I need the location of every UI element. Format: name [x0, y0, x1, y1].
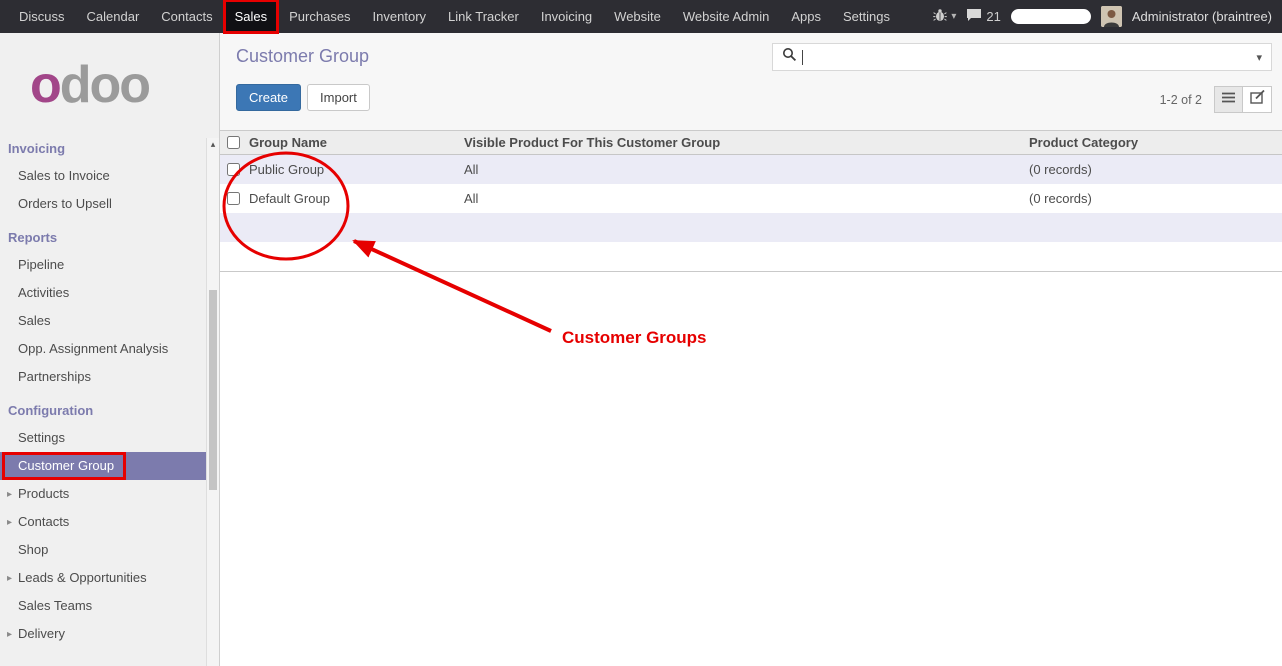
- nav-website[interactable]: Website: [603, 0, 672, 33]
- systray: ▾ 21 Administrator (braintree): [933, 0, 1282, 33]
- table-header-row: Group Name Visible Product For This Cust…: [220, 130, 1282, 155]
- select-all-checkbox[interactable]: [227, 136, 240, 149]
- user-avatar[interactable]: [1101, 6, 1122, 27]
- nav-purchases[interactable]: Purchases: [278, 0, 361, 33]
- debug-menu[interactable]: ▾: [933, 8, 956, 25]
- nav-apps[interactable]: Apps: [780, 0, 832, 33]
- col-group-name[interactable]: Group Name: [246, 135, 461, 150]
- table-bottom-border: [220, 271, 1282, 272]
- chevron-right-icon: ▸: [7, 488, 12, 502]
- sidebar-item-label: Leads & Opportunities: [18, 570, 147, 585]
- table-row[interactable]: Default Group All (0 records): [220, 184, 1282, 213]
- top-navbar: Discuss Calendar Contacts Sales Purchase…: [0, 0, 1282, 33]
- sidebar-item-products[interactable]: ▸ Products: [0, 480, 206, 508]
- nav-sales[interactable]: Sales: [224, 0, 279, 33]
- sidebar-item-shop[interactable]: Shop: [0, 536, 206, 564]
- sidebar-item-settings[interactable]: Settings: [0, 424, 206, 452]
- sidebar-item-delivery[interactable]: ▸ Delivery: [0, 620, 206, 648]
- text-cursor: [802, 50, 803, 65]
- nav-settings[interactable]: Settings: [832, 0, 901, 33]
- cell-group-name: Public Group: [246, 162, 461, 177]
- search-dropdown-caret-icon[interactable]: ▾: [1256, 51, 1262, 64]
- row-checkbox[interactable]: [227, 192, 240, 205]
- sidebar-item-sales-teams[interactable]: Sales Teams: [0, 592, 206, 620]
- sidebar-item-sales[interactable]: Sales: [0, 307, 206, 335]
- sidebar-item-label: Customer Group: [18, 458, 114, 473]
- sidebar: odoo Invoicing Sales to Invoice Orders t…: [0, 33, 220, 666]
- sidebar-menu: Invoicing Sales to Invoice Orders to Ups…: [0, 129, 206, 648]
- sidebar-item-pipeline[interactable]: Pipeline: [0, 251, 206, 279]
- chevron-right-icon: ▸: [7, 628, 12, 642]
- cell-visible-product: All: [461, 162, 1026, 177]
- page-title: Customer Group: [236, 46, 369, 67]
- bug-icon: [933, 8, 947, 25]
- col-product-category[interactable]: Product Category: [1026, 135, 1282, 150]
- logo-letter: o: [30, 56, 60, 114]
- sidebar-item-sales-to-invoice[interactable]: Sales to Invoice: [0, 162, 206, 190]
- cell-product-category: (0 records): [1026, 162, 1282, 177]
- sidebar-item-activities[interactable]: Activities: [0, 279, 206, 307]
- scroll-up-arrow-icon[interactable]: ▴: [207, 138, 219, 150]
- chat-bubble-icon: [966, 8, 982, 25]
- scrollbar-thumb[interactable]: [209, 290, 217, 490]
- search-bar[interactable]: ▾: [772, 43, 1272, 71]
- row-checkbox[interactable]: [227, 163, 240, 176]
- nav-discuss[interactable]: Discuss: [8, 0, 76, 33]
- chevron-right-icon: ▸: [7, 516, 12, 530]
- view-switcher: [1214, 86, 1272, 113]
- sidebar-section-reports: Reports: [0, 218, 206, 251]
- sidebar-item-partnerships[interactable]: Partnerships: [0, 363, 206, 391]
- search-icon: [782, 47, 797, 67]
- nav-invoicing[interactable]: Invoicing: [530, 0, 603, 33]
- user-menu[interactable]: Administrator (braintree): [1132, 9, 1272, 24]
- nav-calendar[interactable]: Calendar: [76, 0, 151, 33]
- sidebar-item-label: Contacts: [18, 514, 69, 529]
- table-row[interactable]: Public Group All (0 records): [220, 155, 1282, 184]
- messages-menu[interactable]: 21: [966, 8, 1000, 25]
- list-view-button[interactable]: [1214, 86, 1243, 113]
- list-view: Group Name Visible Product For This Cust…: [220, 130, 1282, 272]
- cell-visible-product: All: [461, 191, 1026, 206]
- logo-rest: doo: [60, 56, 149, 114]
- odoo-logo: odoo: [0, 33, 219, 111]
- list-icon: [1221, 91, 1236, 109]
- chevron-down-icon: ▾: [951, 11, 956, 22]
- import-button[interactable]: Import: [307, 84, 370, 111]
- sidebar-item-contacts[interactable]: ▸ Contacts: [0, 508, 206, 536]
- status-pill[interactable]: [1011, 9, 1091, 24]
- pager: 1-2 of 2: [1160, 93, 1202, 107]
- sidebar-item-opp-assignment-analysis[interactable]: Opp. Assignment Analysis: [0, 335, 206, 363]
- main-content: Customer Group ▾ Create Import 1-2 of 2: [220, 33, 1282, 666]
- cell-product-category: (0 records): [1026, 191, 1282, 206]
- sidebar-item-label: Products: [18, 486, 69, 501]
- sidebar-item-orders-to-upsell[interactable]: Orders to Upsell: [0, 190, 206, 218]
- sidebar-item-customer-group[interactable]: Customer Group: [0, 452, 206, 480]
- sidebar-section-configuration: Configuration: [0, 391, 206, 424]
- sidebar-item-label: Delivery: [18, 626, 65, 641]
- sidebar-item-leads-opportunities[interactable]: ▸ Leads & Opportunities: [0, 564, 206, 592]
- messages-count: 21: [986, 9, 1000, 24]
- nav-link-tracker[interactable]: Link Tracker: [437, 0, 530, 33]
- table-filler-row: [220, 242, 1282, 271]
- nav-website-admin[interactable]: Website Admin: [672, 0, 780, 33]
- table-filler-row: [220, 213, 1282, 242]
- sidebar-scrollbar[interactable]: ▴: [206, 138, 219, 666]
- top-nav-menu: Discuss Calendar Contacts Sales Purchase…: [8, 0, 901, 33]
- nav-contacts[interactable]: Contacts: [150, 0, 223, 33]
- form-view-button[interactable]: [1243, 86, 1272, 113]
- col-visible-product[interactable]: Visible Product For This Customer Group: [461, 135, 1026, 150]
- edit-form-icon: [1250, 90, 1265, 109]
- chevron-right-icon: ▸: [7, 572, 12, 586]
- cell-group-name: Default Group: [246, 191, 461, 206]
- sidebar-section-invoicing: Invoicing: [0, 129, 206, 162]
- control-panel: Customer Group ▾ Create Import 1-2 of 2: [220, 33, 1282, 130]
- nav-inventory[interactable]: Inventory: [362, 0, 437, 33]
- create-button[interactable]: Create: [236, 84, 301, 111]
